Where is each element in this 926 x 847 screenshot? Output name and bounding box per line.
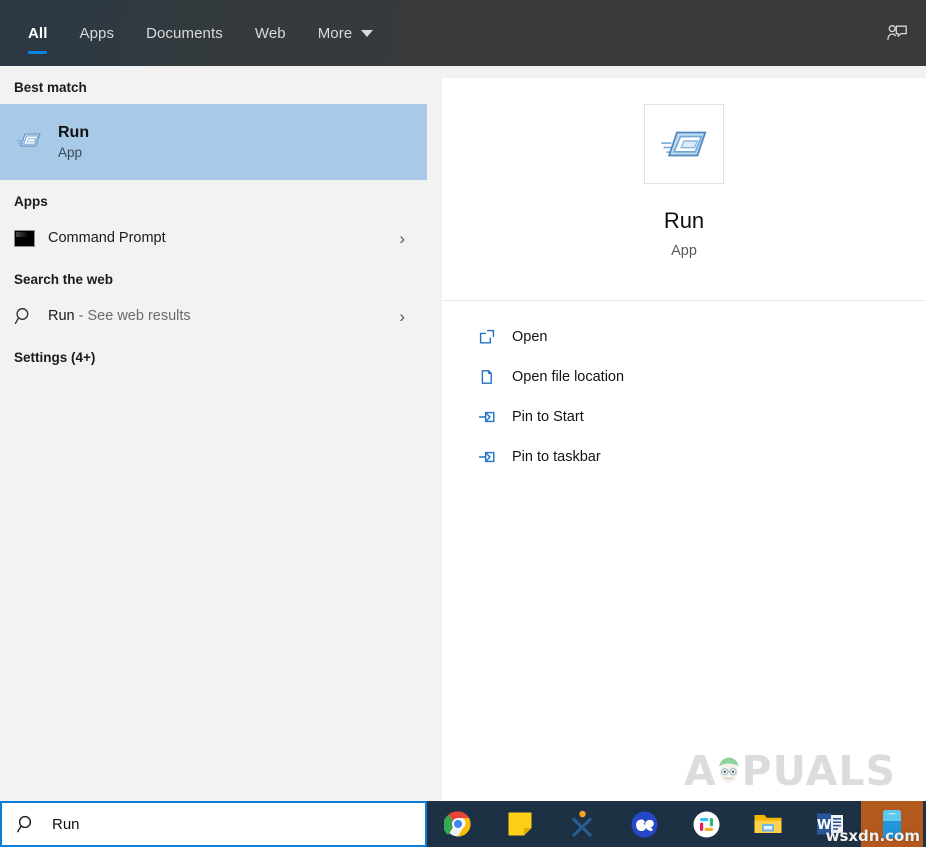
web-result-query: Run bbox=[48, 308, 75, 324]
open-external-icon bbox=[478, 328, 512, 346]
app-preview: Run App bbox=[442, 78, 926, 300]
best-match-title: Run bbox=[58, 124, 89, 142]
tab-apps-label: Apps bbox=[79, 25, 114, 42]
search-icon bbox=[14, 306, 48, 326]
feedback-button[interactable] bbox=[868, 0, 926, 66]
best-match-subtitle: App bbox=[58, 145, 89, 160]
word-icon: W bbox=[816, 811, 844, 837]
best-match-heading: Best match bbox=[0, 66, 427, 104]
taskbar-item-your-phone[interactable] bbox=[861, 801, 923, 847]
search-the-web-heading: Search the web bbox=[0, 258, 427, 296]
web-result-label: Run - See web results bbox=[48, 308, 191, 324]
search-input-value: Run bbox=[52, 816, 80, 833]
tab-active-underline bbox=[28, 51, 47, 54]
preview-app-name: Run bbox=[664, 208, 704, 234]
svg-text:W: W bbox=[817, 818, 831, 833]
settings-heading: Settings (4+) bbox=[0, 336, 427, 374]
results-list-panel: Best match Run App Apps bbox=[0, 66, 427, 801]
action-open-file-location[interactable]: Open file location bbox=[442, 357, 926, 397]
your-phone-icon bbox=[881, 808, 903, 840]
chevron-down-icon bbox=[361, 30, 373, 37]
folder-icon bbox=[478, 368, 512, 386]
list-item-command-prompt[interactable]: Command Prompt › bbox=[0, 218, 427, 258]
search-input[interactable]: Run bbox=[0, 801, 427, 847]
chevron-right-icon[interactable]: › bbox=[399, 230, 405, 247]
pin-icon bbox=[478, 448, 512, 466]
preview-icon-tile bbox=[644, 104, 724, 184]
web-result-suffix: - See web results bbox=[75, 308, 191, 324]
chrome-icon bbox=[444, 810, 472, 838]
preview-app-kind: App bbox=[671, 243, 697, 259]
tab-web[interactable]: Web bbox=[239, 0, 302, 66]
details-panel: Run App Open bbox=[442, 78, 926, 801]
action-list: Open Open file location bbox=[442, 301, 926, 477]
search-icon bbox=[16, 814, 36, 834]
tab-documents-label: Documents bbox=[146, 25, 223, 42]
action-pin-to-start-label: Pin to Start bbox=[512, 409, 584, 425]
chevron-right-icon[interactable]: › bbox=[399, 308, 405, 325]
taskbar-item-word[interactable]: W bbox=[799, 801, 861, 847]
action-pin-to-taskbar-label: Pin to taskbar bbox=[512, 449, 601, 465]
tab-documents[interactable]: Documents bbox=[130, 0, 239, 66]
best-match-result-run[interactable]: Run App bbox=[0, 104, 427, 180]
tab-all-label: All bbox=[28, 25, 47, 42]
list-item-web-result[interactable]: Run - See web results › bbox=[0, 296, 427, 336]
taskbar: W wsxdn.com bbox=[427, 801, 926, 847]
action-open-file-location-label: Open file location bbox=[512, 369, 624, 385]
slack-icon bbox=[693, 811, 720, 838]
taskbar-item-blue-app[interactable] bbox=[613, 801, 675, 847]
apps-heading: Apps bbox=[0, 180, 427, 218]
person-feedback-icon bbox=[885, 21, 909, 45]
tab-web-label: Web bbox=[255, 25, 286, 42]
start-menu-search-screen: All Apps Documents Web More bbox=[0, 0, 926, 847]
file-explorer-icon bbox=[753, 811, 783, 837]
search-header: All Apps Documents Web More bbox=[0, 0, 926, 66]
pin-icon bbox=[478, 408, 512, 426]
best-match-labels: Run App bbox=[58, 124, 89, 160]
filter-tabs: All Apps Documents Web More bbox=[0, 0, 389, 66]
taskbar-item-chrome[interactable] bbox=[427, 801, 489, 847]
tab-all[interactable]: All bbox=[12, 0, 63, 66]
taskbar-item-slack[interactable] bbox=[675, 801, 737, 847]
taskbar-item-x-app[interactable] bbox=[551, 801, 613, 847]
taskbar-item-sticky-notes[interactable] bbox=[489, 801, 551, 847]
taskbar-item-file-explorer[interactable] bbox=[737, 801, 799, 847]
action-pin-to-start[interactable]: Pin to Start bbox=[442, 397, 926, 437]
run-app-icon bbox=[14, 127, 58, 158]
blue-app-icon bbox=[631, 811, 658, 838]
sticky-notes-icon bbox=[507, 811, 533, 837]
command-prompt-label: Command Prompt bbox=[48, 230, 166, 246]
action-open-label: Open bbox=[512, 329, 547, 345]
tab-apps[interactable]: Apps bbox=[63, 0, 130, 66]
action-open[interactable]: Open bbox=[442, 317, 926, 357]
action-pin-to-taskbar[interactable]: Pin to taskbar bbox=[442, 437, 926, 477]
tab-more[interactable]: More bbox=[302, 0, 390, 66]
command-prompt-icon bbox=[14, 230, 48, 247]
x-app-icon bbox=[569, 810, 595, 838]
run-app-icon bbox=[657, 121, 711, 167]
tab-more-label: More bbox=[318, 25, 353, 42]
